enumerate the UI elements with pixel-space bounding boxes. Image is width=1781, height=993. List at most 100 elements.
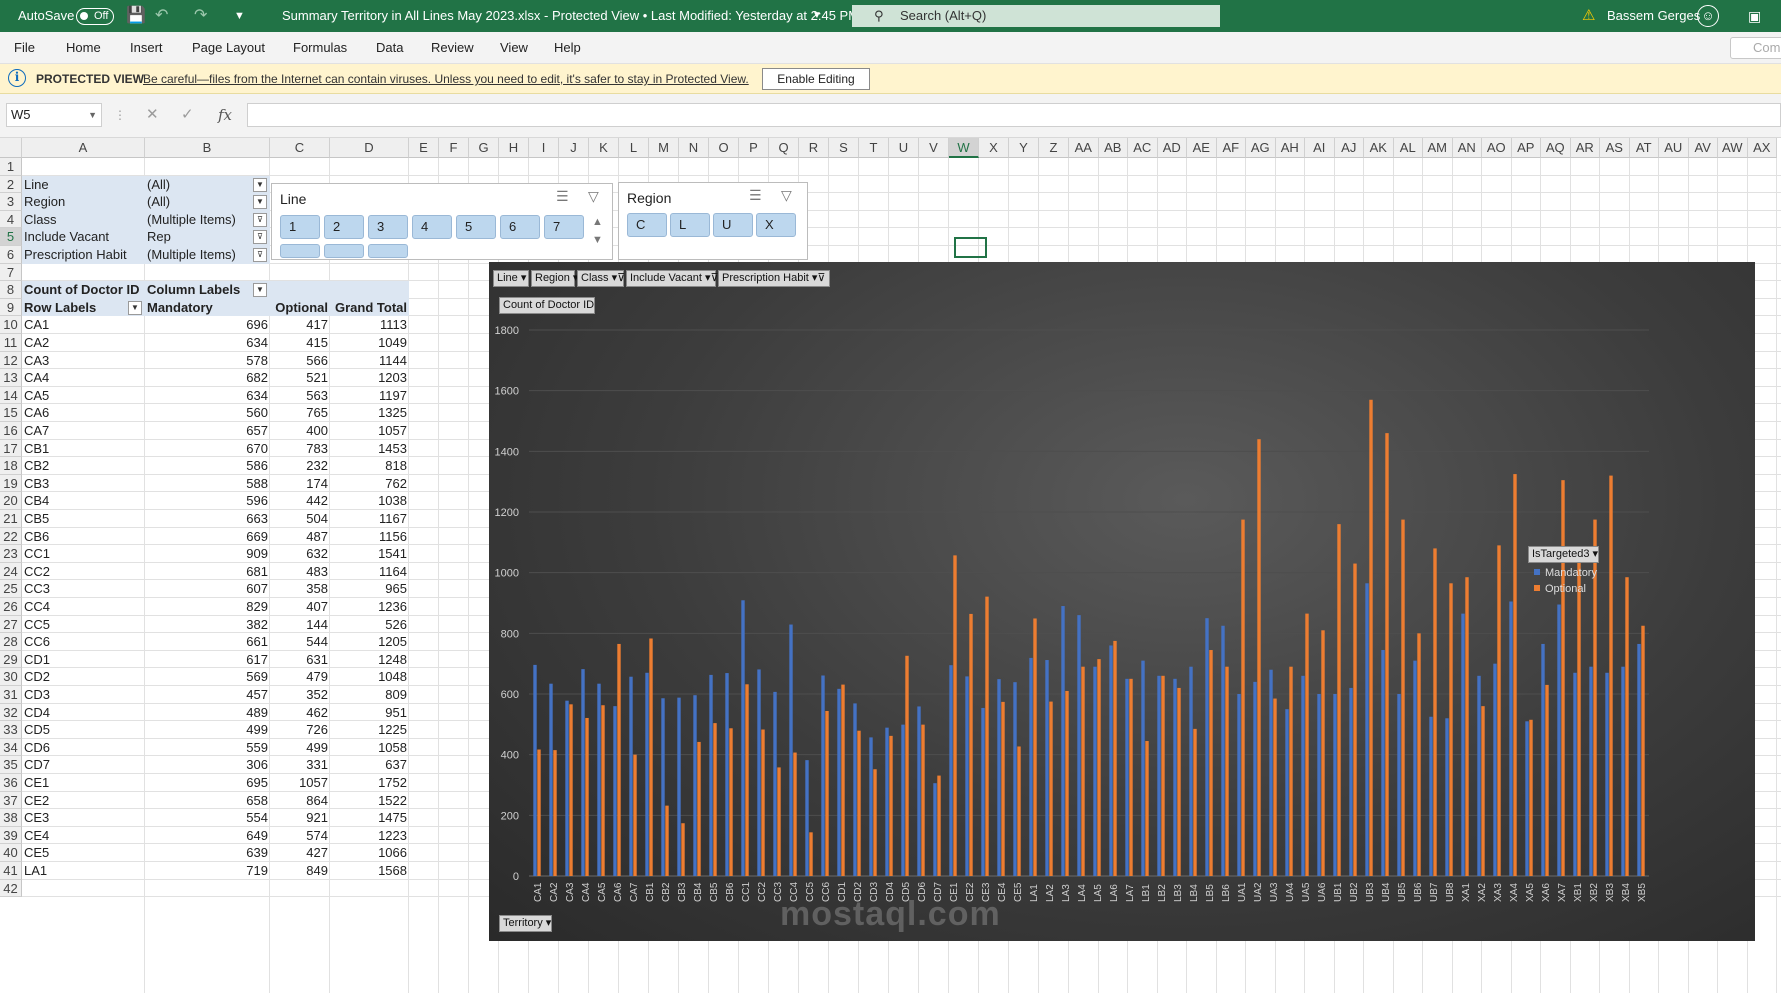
column-header-au[interactable]: AU xyxy=(1659,138,1689,158)
pivot-row-label[interactable]: CC1 xyxy=(22,545,145,563)
pivot-row-label[interactable]: CD7 xyxy=(22,756,145,774)
column-header-q[interactable]: Q xyxy=(769,138,799,158)
bar-mandatory-cb3[interactable] xyxy=(677,697,681,876)
slicer-item-region-X[interactable]: X xyxy=(756,213,796,237)
row-header-13[interactable]: 13 xyxy=(0,369,22,387)
pivot-row-label[interactable]: CD3 xyxy=(22,686,145,704)
row-header-28[interactable]: 28 xyxy=(0,633,22,651)
filter-label[interactable]: Include Vacant xyxy=(22,228,145,246)
bar-optional-lb2[interactable] xyxy=(1161,675,1165,876)
bar-optional-ca3[interactable] xyxy=(569,704,573,876)
title-chevron-down-icon[interactable]: ▼ xyxy=(812,0,822,32)
row-header-29[interactable]: 29 xyxy=(0,650,22,669)
pivot-cell-optional[interactable]: 144 xyxy=(270,616,330,634)
pivot-cell-mandatory[interactable]: 670 xyxy=(145,440,270,458)
bar-mandatory-ce3[interactable] xyxy=(981,707,985,876)
bar-mandatory-ca1[interactable] xyxy=(533,664,537,876)
bar-optional-cc1[interactable] xyxy=(745,684,749,876)
pivot-cell-optional[interactable]: 574 xyxy=(270,827,330,845)
pivot-row-label[interactable]: CC4 xyxy=(22,598,145,616)
pivot-cell-grand-total[interactable]: 1197 xyxy=(330,387,409,405)
bar-optional-ce4[interactable] xyxy=(1001,701,1005,876)
formula-options-icon[interactable]: ⋮ xyxy=(114,103,126,127)
pivot-row-label[interactable]: CA3 xyxy=(22,352,145,370)
pivot-cell-grand-total[interactable]: 1752 xyxy=(330,774,409,792)
column-header-ai[interactable]: AI xyxy=(1305,138,1335,158)
pivot-cell-grand-total[interactable]: 1541 xyxy=(330,545,409,563)
bar-mandatory-cd7[interactable] xyxy=(933,783,937,876)
row-header-41[interactable]: 41 xyxy=(0,862,22,880)
chart-filter-dropdown-icon[interactable]: ▾⊽ xyxy=(702,272,719,284)
pivot-cell-optional[interactable]: 400 xyxy=(270,422,330,440)
select-all-corner[interactable] xyxy=(0,138,22,158)
bar-optional-ua5[interactable] xyxy=(1305,613,1309,876)
column-header-o[interactable]: O xyxy=(709,138,739,158)
save-icon[interactable]: 💾 xyxy=(126,0,146,32)
bar-optional-ca7[interactable] xyxy=(633,754,637,876)
pivot-column-labels[interactable]: Column Labels xyxy=(145,281,270,299)
customize-toolbar-icon[interactable]: ▼ xyxy=(234,0,245,32)
bar-mandatory-ua1[interactable] xyxy=(1237,694,1241,876)
bar-optional-la7[interactable] xyxy=(1129,678,1133,876)
scroll-up-icon[interactable]: ▲ xyxy=(592,216,603,228)
bar-optional-la4[interactable] xyxy=(1081,666,1085,876)
row-labels-dropdown-icon[interactable]: ▼ xyxy=(128,300,142,315)
pivot-row-label[interactable]: CE2 xyxy=(22,792,145,810)
column-header-m[interactable]: M xyxy=(649,138,679,158)
bar-optional-ub7[interactable] xyxy=(1433,548,1437,876)
bar-optional-lb1[interactable] xyxy=(1145,741,1149,876)
pivot-cell-grand-total[interactable]: 1248 xyxy=(330,651,409,669)
slicer-item-partial[interactable] xyxy=(368,244,408,258)
pivot-cell-optional[interactable]: 487 xyxy=(270,528,330,546)
bar-optional-ub2[interactable] xyxy=(1353,563,1357,876)
bar-optional-ua2[interactable] xyxy=(1257,439,1261,876)
pivot-cell-optional[interactable]: 726 xyxy=(270,721,330,739)
pivot-cell-mandatory[interactable]: 696 xyxy=(145,316,270,334)
pivot-cell-grand-total[interactable]: 1164 xyxy=(330,563,409,581)
pivot-cell-mandatory[interactable]: 681 xyxy=(145,563,270,581)
bar-optional-ca5[interactable] xyxy=(601,705,605,876)
bar-mandatory-ub2[interactable] xyxy=(1349,687,1353,876)
ribbon-display-icon[interactable]: ▣ xyxy=(1748,0,1761,32)
pivot-cell-grand-total[interactable]: 1236 xyxy=(330,598,409,616)
bar-optional-ce5[interactable] xyxy=(1017,746,1021,876)
bar-optional-cb2[interactable] xyxy=(665,805,669,876)
slicer-item-region-U[interactable]: U xyxy=(713,213,753,237)
bar-mandatory-ub6[interactable] xyxy=(1413,660,1417,876)
column-header-a[interactable]: A xyxy=(22,138,145,158)
bar-optional-xb4[interactable] xyxy=(1625,577,1629,876)
bar-mandatory-xa7[interactable] xyxy=(1557,604,1561,876)
pivot-cell-optional[interactable]: 544 xyxy=(270,633,330,651)
pivot-cell-grand-total[interactable]: 965 xyxy=(330,580,409,598)
pivot-row-label[interactable]: CC5 xyxy=(22,616,145,634)
bar-optional-cd1[interactable] xyxy=(841,684,845,876)
pivot-row-label[interactable]: CD1 xyxy=(22,651,145,669)
pivot-cell-grand-total[interactable]: 1066 xyxy=(330,844,409,862)
bar-mandatory-ca4[interactable] xyxy=(581,669,585,876)
slicer-item-region-L[interactable]: L xyxy=(670,213,710,237)
column-header-ah[interactable]: AH xyxy=(1275,138,1305,158)
pivot-cell-optional[interactable]: 499 xyxy=(270,739,330,757)
pivot-cell-optional[interactable]: 566 xyxy=(270,352,330,370)
row-header-17[interactable]: 17 xyxy=(0,439,22,458)
pivot-cell-grand-total[interactable]: 1058 xyxy=(330,739,409,757)
row-header-7[interactable]: 7 xyxy=(0,263,22,282)
column-header-d[interactable]: D xyxy=(330,138,409,158)
bar-mandatory-la5[interactable] xyxy=(1093,666,1097,876)
pivot-cell-optional[interactable]: 352 xyxy=(270,686,330,704)
bar-optional-cd4[interactable] xyxy=(889,735,893,876)
slicer-item-line-7[interactable]: 7 xyxy=(544,215,584,239)
pivot-cell-grand-total[interactable]: 1568 xyxy=(330,862,409,880)
bar-optional-la3[interactable] xyxy=(1065,690,1069,876)
bar-optional-ub5[interactable] xyxy=(1401,519,1405,876)
bar-mandatory-cd5[interactable] xyxy=(901,724,905,876)
bar-mandatory-ub4[interactable] xyxy=(1381,650,1385,876)
row-header-37[interactable]: 37 xyxy=(0,791,22,810)
bar-mandatory-la3[interactable] xyxy=(1061,606,1065,876)
pivot-cell-optional[interactable]: 631 xyxy=(270,651,330,669)
bar-mandatory-ua2[interactable] xyxy=(1253,681,1257,876)
column-header-s[interactable]: S xyxy=(829,138,859,158)
column-header-e[interactable]: E xyxy=(409,138,439,158)
bar-optional-ca4[interactable] xyxy=(585,717,589,876)
row-header-24[interactable]: 24 xyxy=(0,562,22,581)
